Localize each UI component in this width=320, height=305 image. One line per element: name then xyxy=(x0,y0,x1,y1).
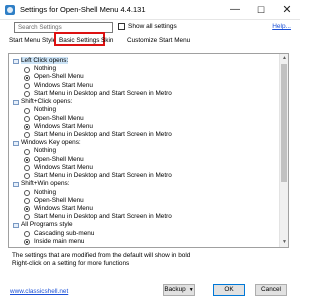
help-link[interactable]: Help... xyxy=(272,23,291,30)
setting-group-header[interactable]: Shift+Win opens: xyxy=(13,180,277,188)
setting-label: Cascading sub-menu xyxy=(34,229,95,237)
setting-option[interactable]: Windows Start Menu xyxy=(13,164,277,172)
radio-button[interactable] xyxy=(24,74,30,81)
setting-option[interactable]: Nothing xyxy=(13,106,277,114)
radio-button[interactable] xyxy=(24,198,30,205)
settings-list-content: Left Click opens: Nothing Open-Shell Menu W… xyxy=(13,57,277,246)
tab-start-menu-style[interactable]: Start Menu Style xyxy=(6,35,59,47)
maximize-button[interactable]: ☐ xyxy=(248,0,274,20)
radio-button[interactable] xyxy=(24,107,30,114)
vertical-scrollbar[interactable]: ▲ ▼ xyxy=(279,54,288,247)
setting-option[interactable]: Windows Start Menu xyxy=(13,82,277,90)
radio-button[interactable] xyxy=(24,239,30,246)
radio-button[interactable] xyxy=(24,165,30,172)
scroll-down-icon[interactable]: ▼ xyxy=(280,238,288,247)
backup-button[interactable]: Backup ▼ xyxy=(163,284,195,296)
show-all-label: Show all settings xyxy=(128,23,177,30)
radio-button[interactable] xyxy=(24,124,30,131)
group-icon xyxy=(13,222,19,228)
close-button[interactable]: ✕ xyxy=(274,0,300,20)
minimize-button[interactable]: — xyxy=(222,0,248,20)
setting-option[interactable]: Open-Shell Menu xyxy=(13,73,277,81)
setting-option[interactable]: Start Menu in Desktop and Start Screen i… xyxy=(13,131,277,139)
setting-option[interactable]: Cascading sub-menu xyxy=(13,230,277,238)
app-icon xyxy=(5,5,15,15)
setting-label: Windows Start Menu xyxy=(34,122,93,130)
group-icon xyxy=(13,181,19,187)
tab-skin[interactable]: Skin xyxy=(98,35,116,47)
setting-group-header[interactable]: Windows Key opens: xyxy=(13,139,277,147)
website-link[interactable]: www.classicshell.net xyxy=(10,288,68,295)
backup-label: Backup xyxy=(164,286,186,293)
setting-label: Start Menu in Desktop and Start Screen i… xyxy=(34,130,172,138)
setting-option[interactable]: Open-Shell Menu xyxy=(13,197,277,205)
setting-group-header[interactable]: Left Click opens: xyxy=(13,57,277,65)
cancel-button[interactable]: Cancel xyxy=(255,284,287,296)
setting-option[interactable]: Inside main menu xyxy=(13,238,277,246)
setting-label: Nothing xyxy=(34,106,57,114)
setting-group-header[interactable]: Shift+Click opens: xyxy=(13,98,277,106)
setting-label: Open-Shell Menu xyxy=(34,114,84,122)
radio-button[interactable] xyxy=(24,91,30,98)
tab-basic-settings[interactable]: Basic Settings xyxy=(54,32,105,46)
checkbox-box[interactable] xyxy=(118,23,125,30)
setting-label: Nothing xyxy=(34,147,57,155)
setting-label: Open-Shell Menu xyxy=(34,196,84,204)
setting-label: Open-Shell Menu xyxy=(34,155,84,163)
setting-option[interactable]: Nothing xyxy=(13,147,277,155)
dropdown-arrow-icon: ▼ xyxy=(188,287,194,293)
radio-button[interactable] xyxy=(24,82,30,89)
setting-group-header[interactable]: All Programs style xyxy=(13,221,277,229)
setting-label: Windows Start Menu xyxy=(34,81,93,89)
group-icon xyxy=(13,140,19,146)
setting-option[interactable]: Open-Shell Menu xyxy=(13,115,277,123)
radio-button[interactable] xyxy=(24,214,30,221)
tab-customize-start-menu[interactable]: Customize Start Menu xyxy=(124,35,193,47)
footer-line-1: The settings that are modified from the … xyxy=(12,252,191,259)
setting-label: Start Menu in Desktop and Start Screen i… xyxy=(34,213,172,221)
setting-label: Windows Start Menu xyxy=(34,204,93,212)
setting-option[interactable]: Nothing xyxy=(13,65,277,73)
footer-line-2: Right-click on a setting for more functi… xyxy=(12,260,130,267)
setting-label: Left Click opens: xyxy=(21,57,69,64)
setting-label: Shift+Win opens: xyxy=(21,180,70,188)
setting-option[interactable]: Windows Start Menu xyxy=(13,123,277,131)
title-bar: Settings for Open-Shell Menu 4.4.131 — ☐… xyxy=(0,0,300,20)
footer-info: The settings that are modified from the … xyxy=(12,252,288,268)
settings-list: Left Click opens: Nothing Open-Shell Menu W… xyxy=(8,53,289,248)
setting-option[interactable]: Start Menu in Desktop and Start Screen i… xyxy=(13,213,277,221)
setting-label: Start Menu in Desktop and Start Screen i… xyxy=(34,89,172,97)
group-icon xyxy=(13,99,19,105)
setting-option[interactable]: Windows Start Menu xyxy=(13,205,277,213)
setting-label: All Programs style xyxy=(21,221,73,229)
radio-button[interactable] xyxy=(24,230,30,237)
setting-label: Windows Key opens: xyxy=(21,139,81,147)
setting-option[interactable]: Start Menu in Desktop and Start Screen i… xyxy=(13,172,277,180)
group-icon xyxy=(13,58,19,64)
window-title: Settings for Open-Shell Menu 4.4.131 xyxy=(20,5,146,14)
setting-label: Open-Shell Menu xyxy=(34,73,84,81)
setting-label: Windows Start Menu xyxy=(34,163,93,171)
setting-option[interactable]: Start Menu in Desktop and Start Screen i… xyxy=(13,90,277,98)
setting-label: Start Menu in Desktop and Start Screen i… xyxy=(34,172,172,180)
radio-button[interactable] xyxy=(24,173,30,180)
radio-button[interactable] xyxy=(24,132,30,139)
setting-label: Inside main menu xyxy=(34,237,85,245)
scroll-up-icon[interactable]: ▲ xyxy=(280,54,288,63)
setting-label: Nothing xyxy=(34,65,57,73)
radio-button[interactable] xyxy=(24,156,30,163)
setting-option[interactable]: Nothing xyxy=(13,189,277,197)
setting-label: Shift+Click opens: xyxy=(21,98,73,106)
radio-button[interactable] xyxy=(24,189,30,196)
radio-button[interactable] xyxy=(24,115,30,122)
ok-button[interactable]: OK xyxy=(213,284,245,296)
setting-option[interactable]: Open-Shell Menu xyxy=(13,156,277,164)
radio-button[interactable] xyxy=(24,66,30,73)
tab-bar: Start Menu Style Basic Settings Skin Cus… xyxy=(0,32,300,47)
show-all-checkbox[interactable]: Show all settings xyxy=(118,23,177,30)
scrollbar-thumb[interactable] xyxy=(281,64,287,182)
radio-button[interactable] xyxy=(24,206,30,213)
setting-label: Nothing xyxy=(34,188,57,196)
radio-button[interactable] xyxy=(24,148,30,155)
